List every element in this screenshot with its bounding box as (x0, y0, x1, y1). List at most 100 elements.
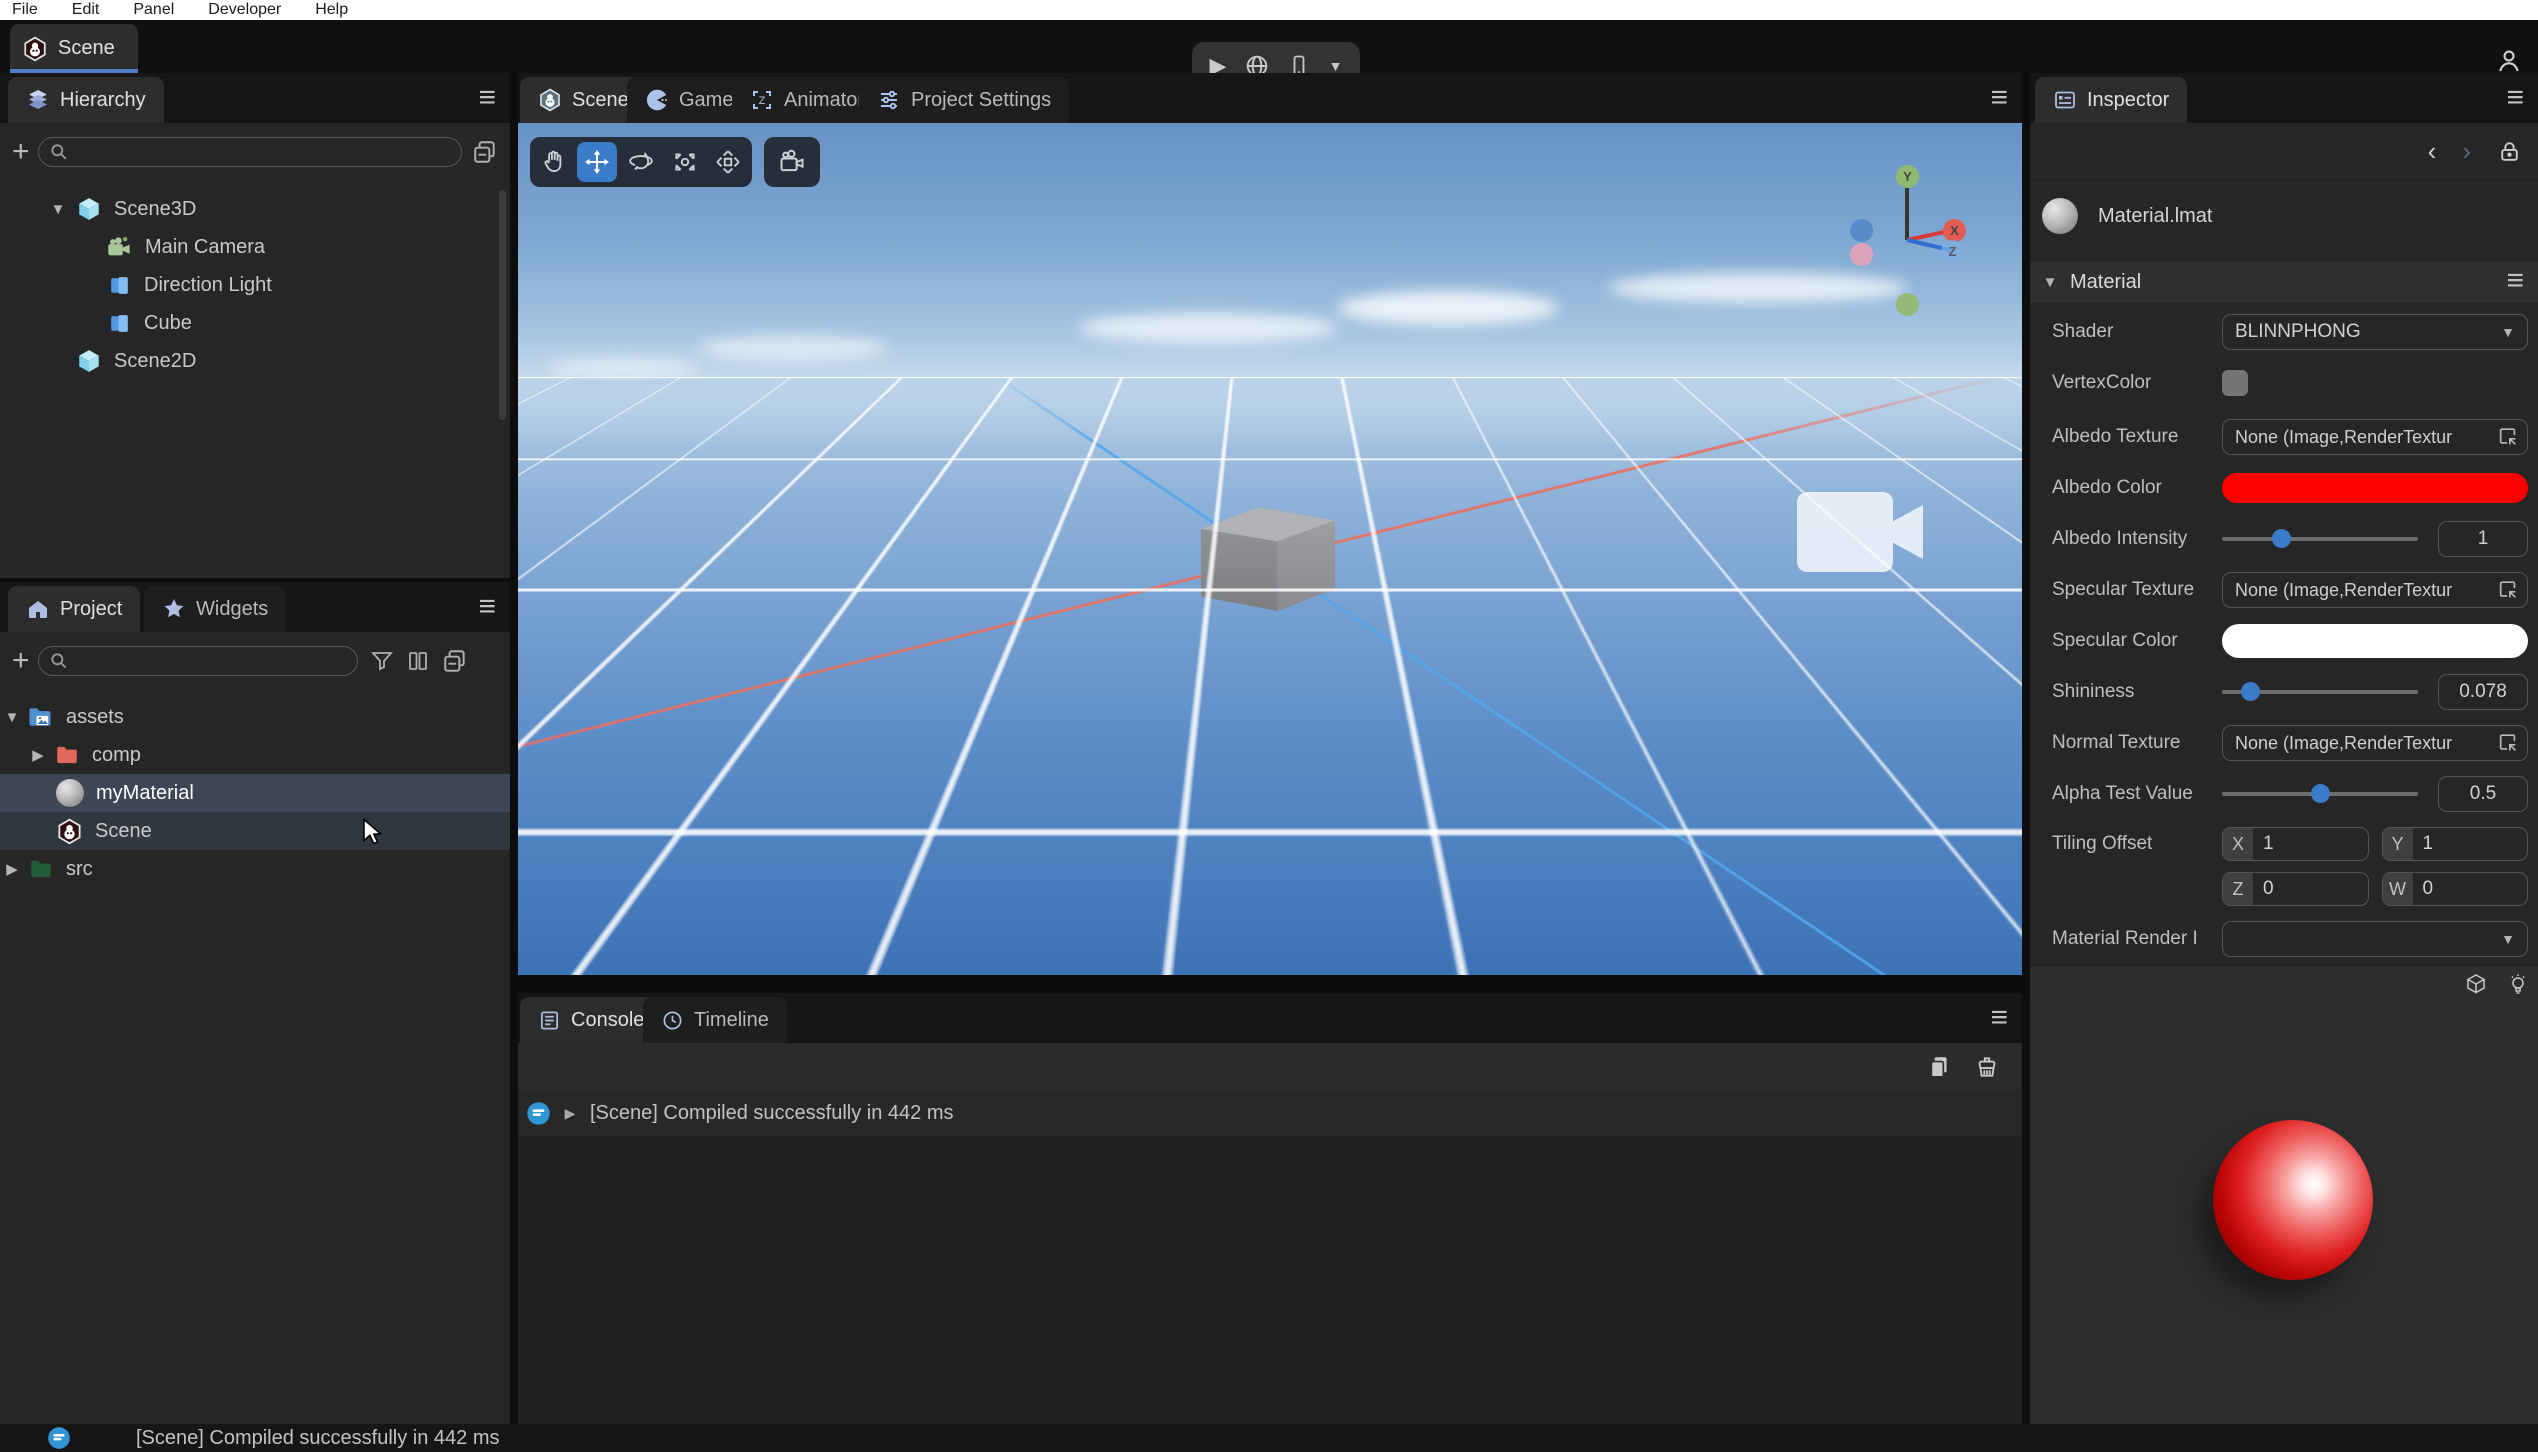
material-preview[interactable] (2030, 1000, 2538, 1424)
specular-texture-field[interactable]: None (Image,RenderTextur (2222, 572, 2528, 608)
gizmo-y-ball[interactable]: Y (1896, 165, 1919, 188)
orientation-gizmo[interactable]: Y X Z (1838, 143, 2008, 343)
caret-right-icon[interactable]: ▶ (2, 860, 22, 878)
tree-node-scene3d[interactable]: ▼ Scene3D (0, 190, 510, 228)
tab-hierarchy[interactable]: Hierarchy (8, 77, 164, 123)
tab-widgets[interactable]: Widgets (144, 586, 286, 632)
tree-node-direction-light[interactable]: Direction Light (0, 266, 510, 304)
caret-down-icon[interactable]: ▼ (48, 201, 68, 218)
tree-node-mymaterial[interactable]: myMaterial (0, 774, 510, 812)
material-section-header[interactable]: ▼ Material ≡ (2030, 262, 2538, 303)
tab-timeline[interactable]: Timeline (643, 997, 787, 1043)
panel-splitter-left[interactable] (510, 73, 518, 1424)
hierarchy-search-input[interactable] (38, 137, 462, 167)
hierarchy-scrollbar[interactable] (499, 190, 506, 420)
slider-knob[interactable] (2311, 784, 2330, 803)
tree-node-comp[interactable]: ▶ comp (0, 736, 510, 774)
tiling-y-field[interactable]: Y 1 (2382, 827, 2529, 861)
hierarchy-menu-button[interactable]: ≡ (478, 85, 496, 111)
camera-view-button[interactable] (764, 137, 820, 187)
vertexcolor-checkbox[interactable] (2222, 370, 2248, 396)
scene-viewport[interactable]: Y X Z (518, 123, 2022, 975)
material-menu-button[interactable]: ≡ (2506, 268, 2524, 294)
preview-light-bulb-icon[interactable] (2506, 972, 2530, 996)
console-menu-button[interactable]: ≡ (1990, 1005, 2008, 1031)
normal-texture-field[interactable]: None (Image,RenderTextur (2222, 725, 2528, 761)
albedo-texture-field[interactable]: None (Image,RenderTextur (2222, 419, 2528, 455)
rect-gizmo-tool[interactable] (708, 142, 748, 182)
pan-hand-tool[interactable] (534, 142, 574, 182)
account-button[interactable] (2494, 46, 2524, 76)
alpha-test-slider[interactable] (2222, 792, 2418, 796)
specular-color-swatch[interactable] (2222, 624, 2528, 658)
collapse-all-icon[interactable] (442, 648, 468, 674)
copy-log-icon[interactable] (1926, 1054, 1952, 1080)
lock-icon[interactable] (2497, 139, 2522, 164)
panel-splitter-right[interactable] (2022, 73, 2030, 1424)
tiling-x-field[interactable]: X 1 (2222, 827, 2369, 861)
albedo-intensity-value[interactable]: 1 (2438, 521, 2528, 557)
tab-project-settings[interactable]: Project Settings (859, 77, 1069, 123)
console-log-row[interactable]: ▶ [Scene] Compiled successfully in 442 m… (515, 1090, 2022, 1136)
slider-knob[interactable] (2272, 529, 2291, 548)
expand-log-caret[interactable]: ▶ (560, 1105, 580, 1122)
caret-right-icon[interactable]: ▶ (28, 746, 48, 764)
tree-node-src[interactable]: ▶ src (0, 850, 510, 888)
scene-view-menu-button[interactable]: ≡ (1990, 85, 2008, 111)
menu-file[interactable]: File (12, 0, 38, 20)
menu-edit[interactable]: Edit (72, 0, 100, 20)
tab-inspector[interactable]: Inspector (2035, 77, 2187, 123)
y-value: 1 (2413, 833, 2434, 855)
tab-console[interactable]: Console (520, 997, 662, 1043)
add-node-button[interactable]: + (12, 135, 30, 169)
run-options-caret[interactable]: ▼ (1329, 58, 1343, 74)
history-forward-button[interactable]: › (2462, 136, 2471, 167)
window-tab-scene[interactable]: Scene (10, 24, 138, 73)
tree-node-scene2d[interactable]: Scene2D (0, 342, 510, 380)
camera-gizmo-sprite[interactable] (1797, 489, 1927, 575)
columns-view-icon[interactable] (406, 649, 430, 673)
clear-console-icon[interactable] (1974, 1054, 2000, 1080)
shader-dropdown[interactable]: BLINNPHONG ▼ (2222, 314, 2528, 350)
albedo-intensity-slider[interactable] (2222, 537, 2418, 541)
slider-knob[interactable] (2241, 682, 2260, 701)
move-tool[interactable] (577, 142, 617, 182)
albedo-color-swatch[interactable] (2222, 473, 2528, 503)
preview-shape-cube-icon[interactable] (2464, 972, 2488, 996)
tiling-w-field[interactable]: W 0 (2382, 872, 2529, 906)
gizmo-neg-y-ball[interactable] (1896, 293, 1919, 316)
project-search-input[interactable] (38, 646, 358, 676)
caret-down-icon[interactable]: ▼ (2, 709, 22, 726)
tree-node-main-camera[interactable]: Main Camera (0, 228, 510, 266)
asset-picker-icon[interactable] (2497, 579, 2519, 601)
menu-help[interactable]: Help (315, 0, 348, 20)
collapse-all-icon[interactable] (472, 139, 498, 165)
history-back-button[interactable]: ‹ (2428, 136, 2437, 167)
gizmo-neg-x-ball[interactable] (1850, 219, 1873, 242)
frame-focus-tool[interactable] (665, 142, 705, 182)
material-render-dropdown[interactable]: ▼ (2222, 921, 2528, 957)
menu-panel[interactable]: Panel (133, 0, 174, 20)
gizmo-neg-z-ball[interactable] (1850, 243, 1873, 266)
tree-node-assets[interactable]: ▼ assets (0, 698, 510, 736)
asset-picker-icon[interactable] (2497, 732, 2519, 754)
add-asset-button[interactable]: + (12, 644, 30, 678)
tiling-z-field[interactable]: Z 0 (2222, 872, 2369, 906)
menu-developer[interactable]: Developer (208, 0, 281, 20)
tree-node-scene-asset[interactable]: Scene (0, 812, 510, 850)
inspector-nav: ‹ › (2030, 123, 2538, 180)
shininess-slider[interactable] (2222, 690, 2418, 694)
tree-node-cube[interactable]: Cube (0, 304, 510, 342)
shininess-value[interactable]: 0.078 (2438, 674, 2528, 710)
asset-picker-icon[interactable] (2497, 426, 2519, 448)
filter-icon[interactable] (370, 649, 394, 673)
caret-down-icon[interactable]: ▼ (2040, 274, 2060, 291)
rotate-tool[interactable] (621, 142, 661, 182)
inspector-menu-button[interactable]: ≡ (2506, 85, 2524, 111)
project-menu-button[interactable]: ≡ (478, 594, 496, 620)
tab-project[interactable]: Project (8, 586, 140, 632)
gizmo-z-ball[interactable]: Z (1941, 240, 1964, 263)
gizmo-x-ball[interactable]: X (1943, 219, 1966, 242)
cube-object[interactable] (1201, 507, 1335, 611)
alpha-test-value[interactable]: 0.5 (2438, 776, 2528, 812)
